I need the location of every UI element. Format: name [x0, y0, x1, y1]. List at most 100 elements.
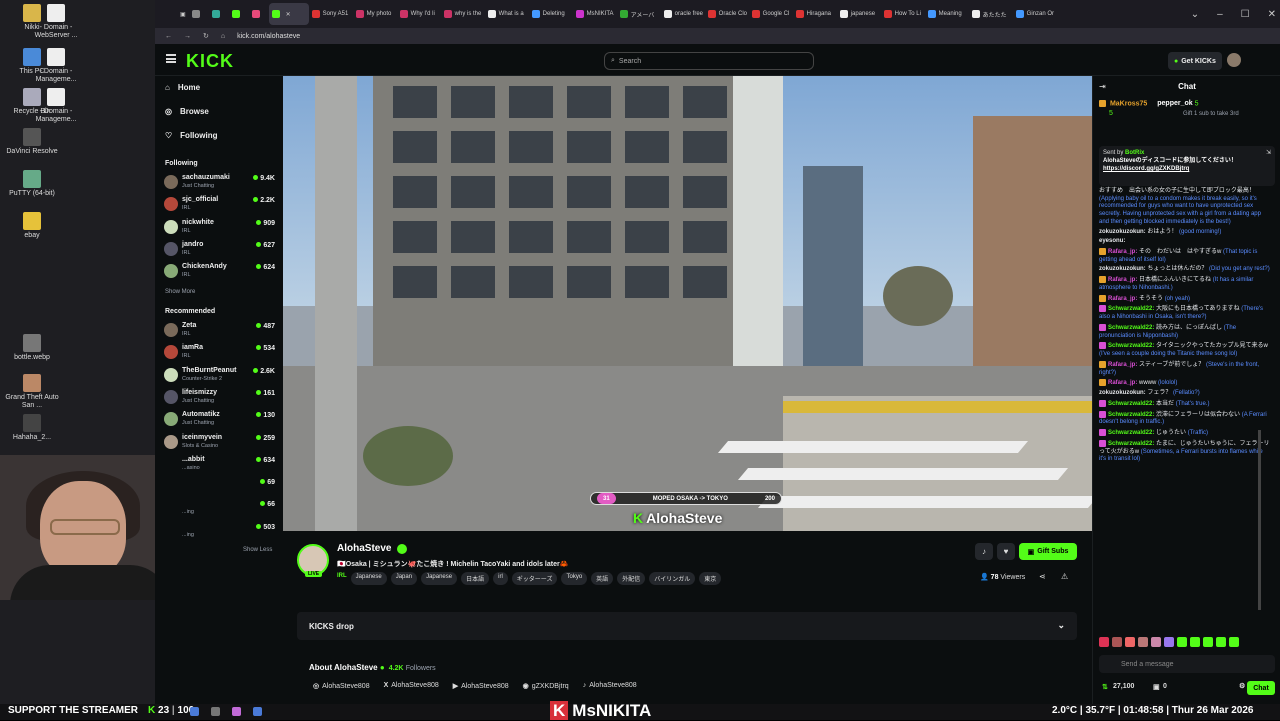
browser-tab[interactable]: Hiragana	[793, 3, 837, 25]
sidebar-item-home[interactable]: ⌂ Home	[165, 83, 200, 92]
emote-icon[interactable]	[1138, 637, 1148, 647]
emote-icon[interactable]	[1112, 637, 1122, 647]
show-less-link[interactable]: Show Less	[243, 547, 272, 553]
browser-tab[interactable]: What is a	[485, 3, 529, 25]
desktop-icon[interactable]: bottle.webp	[4, 334, 60, 362]
gift-subs-button[interactable]: ▣ Gift Subs	[1019, 543, 1077, 560]
sidebar-channel[interactable]: jandro IRL 627	[164, 239, 278, 261]
sidebar-channel[interactable]: sachauzumaki Just Chatting 9.4K	[164, 172, 278, 194]
chat-username[interactable]: Schwarzwald22:	[1108, 343, 1156, 349]
browser-tab[interactable]: why is the	[441, 3, 485, 25]
close-button[interactable]: ✕	[1268, 9, 1276, 20]
user-avatar[interactable]	[1227, 53, 1241, 67]
sidebar-channel[interactable]: iceinmyvein Slots & Casino 259	[164, 432, 278, 454]
sidebar-item-browse[interactable]: ◎ Browse	[165, 107, 209, 116]
show-more-link[interactable]: Show More	[165, 289, 195, 295]
browser-tab[interactable]: MsNIKITA	[573, 3, 617, 25]
sidebar-channel[interactable]: ...ing 503	[164, 521, 278, 543]
browser-tab[interactable]: Google Cl	[749, 3, 793, 25]
chat-username[interactable]: Rafara_jp:	[1108, 296, 1139, 302]
kick-logo[interactable]: KICK	[186, 51, 234, 72]
forward-icon[interactable]: →	[184, 33, 191, 40]
sidebar-channel[interactable]: ...abbit ...asino 634	[164, 454, 278, 476]
chat-username[interactable]: Schwarzwald22:	[1108, 430, 1156, 436]
maximize-button[interactable]: ☐	[1241, 9, 1250, 20]
bell-icon[interactable]: ♪	[975, 543, 993, 560]
taskbar-app-icon[interactable]	[190, 707, 199, 716]
social-link[interactable]: ◉ gZXKDBjtrq	[523, 682, 569, 690]
chat-username[interactable]: Schwarzwald22:	[1108, 441, 1156, 447]
address-bar[interactable]: kick.com/alohasteve	[237, 33, 300, 40]
desktop-icon[interactable]: Grand Theft Auto San ...	[4, 374, 60, 410]
browser-tab[interactable]: How To Li	[881, 3, 925, 25]
desktop-icon[interactable]: Hahaha_2...	[4, 414, 60, 442]
chat-username[interactable]: Rafara_jp:	[1108, 277, 1139, 283]
send-chat-button[interactable]: Chat	[1247, 681, 1275, 695]
page-scrollbar[interactable]	[1258, 430, 1261, 610]
browser-tab[interactable]: Ginzan Or	[1013, 3, 1057, 25]
desktop-icon[interactable]: - Domain - WebServer ...	[28, 4, 84, 40]
chat-username[interactable]: eyesonu:	[1099, 238, 1125, 244]
social-link[interactable]: ♪ AlohaSteve808	[583, 682, 637, 690]
emote-icon[interactable]	[1177, 637, 1187, 647]
chevron-down-icon[interactable]: ⌄	[1191, 9, 1199, 20]
browser-tab[interactable]	[209, 3, 229, 25]
taskbar-app-icon[interactable]	[253, 707, 262, 716]
emote-icon[interactable]	[1151, 637, 1161, 647]
chat-username[interactable]: zokuzokuzokun:	[1099, 229, 1147, 235]
emote-icon[interactable]	[1099, 637, 1109, 647]
browser-tab[interactable]: Meaning	[925, 3, 969, 25]
stream-tag[interactable]: ギッターーズ	[511, 572, 558, 585]
stream-tag[interactable]: Japanese	[350, 572, 387, 585]
social-link[interactable]: ◎ AlohaSteve808	[313, 682, 370, 690]
emote-icon[interactable]	[1216, 637, 1226, 647]
chat-username[interactable]: Rafara_jp:	[1108, 249, 1139, 255]
desktop-icon[interactable]: - Domain - Manageme...	[28, 48, 84, 84]
stream-tag[interactable]: Japanese	[421, 572, 458, 585]
browser-tab[interactable]: My photo	[353, 3, 397, 25]
desktop-icon[interactable]: ebay	[4, 212, 60, 240]
browser-tab[interactable]	[229, 3, 249, 25]
back-icon[interactable]: ←	[165, 33, 172, 40]
chat-username[interactable]: zokuzokuzokun:	[1099, 266, 1147, 272]
stream-category[interactable]: IRL	[337, 572, 347, 585]
stream-tag[interactable]: 外配信	[617, 572, 646, 585]
chat-username[interactable]: Schwarzwald22:	[1108, 325, 1156, 331]
sidebar-channel[interactable]: 69	[164, 476, 278, 498]
sidebar-channel[interactable]: iamRa IRL 534	[164, 342, 278, 364]
sidebar-channel[interactable]: TheBurntPeanut Counter-Strike 2 2.6K	[164, 365, 278, 387]
kicks-drop-panel[interactable]: KICKS drop ⌄	[297, 612, 1077, 640]
emote-icon[interactable]	[1203, 637, 1213, 647]
chat-username[interactable]: Rafara_jp:	[1108, 380, 1139, 386]
menu-icon[interactable]	[166, 54, 176, 63]
stream-tag[interactable]: Japan	[390, 572, 418, 585]
minimize-button[interactable]: –	[1217, 9, 1223, 20]
chat-input[interactable]: Send a message	[1099, 655, 1275, 673]
sidebar-channel[interactable]: Zeta IRL 487	[164, 320, 278, 342]
stream-tag[interactable]: 日本語	[461, 572, 490, 585]
social-link[interactable]: X AlohaSteve808	[384, 682, 439, 690]
pinned-link[interactable]: https://discord.gg/gZXKDBjtrq	[1103, 166, 1189, 172]
stream-tag[interactable]: バイリンガル	[649, 572, 696, 585]
desktop-icon[interactable]: DaVinci Resolve	[4, 128, 60, 156]
heart-icon[interactable]: ♥	[997, 543, 1015, 560]
sidebar-item-following[interactable]: ♡ Following	[165, 131, 218, 140]
gear-icon[interactable]: ⚙	[1239, 682, 1245, 690]
pin-icon[interactable]: ⇲	[1266, 149, 1271, 157]
browser-tab[interactable]: Deleting	[529, 3, 573, 25]
desktop-icon[interactable]: - Domain - Manageme...	[28, 88, 84, 124]
close-tab-icon[interactable]: ✕	[286, 11, 291, 18]
chat-username[interactable]: Schwarzwald22:	[1108, 412, 1156, 418]
emote-icon[interactable]	[1125, 637, 1135, 647]
desktop-icon[interactable]: PuTTY (64-bit)	[4, 170, 60, 198]
taskbar-app-icon[interactable]	[232, 707, 241, 716]
chat-username[interactable]: Schwarzwald22:	[1108, 306, 1156, 312]
share-icon[interactable]: ⋖	[1039, 572, 1046, 581]
search-input[interactable]: ⌕ Search	[604, 52, 814, 70]
sidebar-channel[interactable]: Automatikz Just Chatting 130	[164, 409, 278, 431]
browser-tab[interactable]: Sony A51	[309, 3, 353, 25]
stream-tag[interactable]: irl	[493, 572, 508, 585]
browser-tab[interactable]: Why I'd li	[397, 3, 441, 25]
chat-username[interactable]: zokuzokuzokun:	[1099, 390, 1147, 396]
sidebar-channel[interactable]: nickwhite IRL 909	[164, 217, 278, 239]
